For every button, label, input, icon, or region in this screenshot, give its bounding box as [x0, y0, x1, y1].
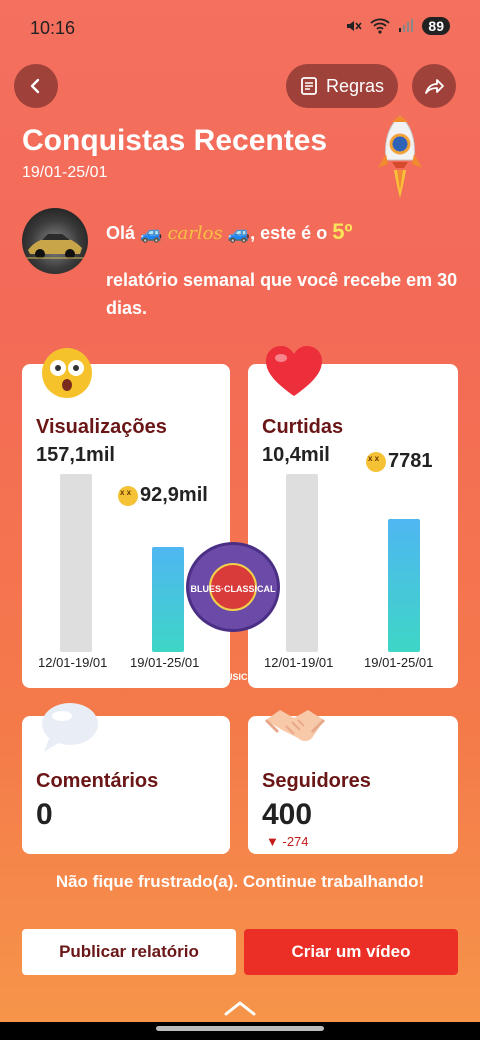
create-video-button[interactable]: Criar um vídeo [244, 929, 458, 975]
status-bar: 10:16 89 [0, 0, 480, 56]
share-button[interactable] [412, 64, 456, 108]
user-name: carlos [167, 223, 223, 244]
publish-report-button[interactable]: Publicar relatório [22, 929, 236, 975]
battery-indicator: 89 [422, 17, 450, 35]
likes-prev-period: 12/01-19/01 [264, 655, 334, 670]
chevron-up-icon[interactable] [222, 998, 258, 1018]
followers-delta: ▼ -274 [266, 834, 309, 849]
likes-cur-value-wrap: 7781 [366, 450, 433, 473]
handshake-icon [264, 710, 326, 741]
likes-cur-period: 19/01-25/01 [364, 655, 434, 670]
report-number: 5º [332, 219, 353, 244]
greeting-text: Olá 🚙 carlos 🚙, este é o 5º relatório se… [106, 214, 466, 318]
likes-cur-bar [388, 519, 420, 652]
views-cur-value-wrap: 92,9mil [118, 484, 208, 507]
likes-prev-value: 10,4mil [262, 444, 330, 466]
views-prev-bar [60, 474, 92, 652]
avatar [22, 208, 88, 274]
car-avatar-icon [26, 234, 84, 259]
music-sticker: BLUES·CLASSICAL MUSIC [186, 542, 280, 682]
greeting-middle: , este é o [250, 223, 328, 243]
surprised-face-icon [42, 348, 92, 398]
car-emoji-icon: 🚙 [227, 223, 251, 243]
document-icon [301, 77, 317, 95]
wifi-icon [370, 18, 391, 34]
dizzy-face-icon [366, 451, 386, 472]
likes-label: Curtidas [262, 416, 344, 438]
share-icon [425, 79, 444, 94]
down-triangle-icon: ▼ [266, 834, 279, 849]
followers-delta-value: -274 [282, 834, 309, 849]
system-nav-bar [0, 1022, 480, 1040]
heart-icon [266, 346, 322, 396]
rocket-icon [378, 115, 422, 198]
mute-icon [347, 21, 363, 31]
comments-label: Comentários [36, 770, 159, 792]
car-emoji-icon: 🚙 [140, 223, 163, 243]
back-button[interactable] [14, 64, 58, 108]
sticker-text: BLUES·CLASSICAL MUSIC [190, 584, 276, 682]
views-cur-value: 92,9mil [140, 484, 208, 506]
rules-label: Regras [325, 75, 385, 96]
views-card: Visualizações 157,1mil 92,9mil 12/01-19/… [22, 364, 230, 688]
likes-prev-bar [286, 474, 318, 652]
page-title: Conquistas Recentes [22, 124, 328, 157]
rules-button[interactable]: Regras [286, 64, 398, 108]
signal-icon [399, 19, 414, 32]
speech-bubble-icon [42, 703, 98, 752]
followers-value: 400 [262, 798, 313, 831]
greeting-line2: relatório semanal que você recebe em 30 … [106, 270, 458, 318]
chevron-left-icon [30, 78, 40, 94]
greeting-prefix: Olá [106, 223, 136, 243]
views-cur-period: 19/01-25/01 [130, 655, 200, 670]
views-label: Visualizações [36, 416, 167, 438]
status-time: 10:16 [30, 18, 76, 38]
likes-cur-value: 7781 [388, 450, 433, 472]
followers-label: Seguidores [262, 770, 371, 792]
encouragement-text: Não fique frustrado(a). Continue trabalh… [55, 872, 425, 891]
views-prev-period: 12/01-19/01 [38, 655, 108, 670]
likes-card: Curtidas 10,4mil 7781 12/01-19/01 19/01-… [248, 364, 458, 688]
date-range: 19/01-25/01 [22, 164, 108, 181]
dizzy-face-icon [118, 485, 138, 506]
views-prev-value: 157,1mil [36, 444, 115, 466]
comments-value: 0 [36, 798, 53, 831]
views-cur-bar [152, 547, 184, 652]
status-icons: 89 [344, 17, 450, 35]
home-indicator[interactable] [156, 1026, 324, 1031]
